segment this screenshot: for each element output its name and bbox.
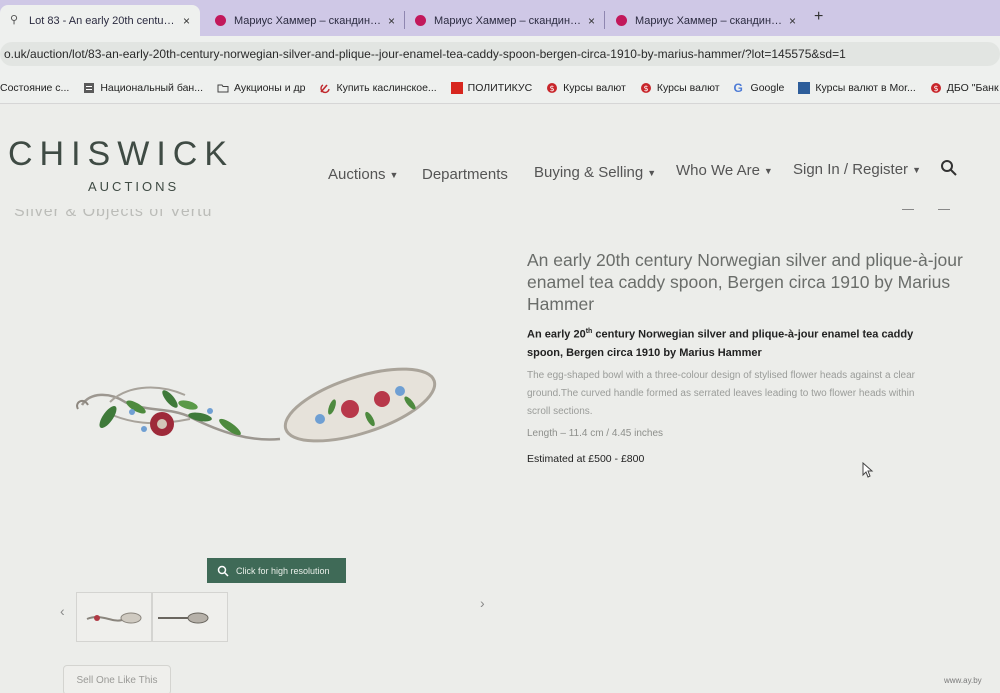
- bookmark-label: Курсы валют в Mor...: [815, 81, 916, 94]
- bookmark-item[interactable]: Купить каслинское...: [319, 81, 437, 94]
- red-square-icon: [450, 81, 463, 94]
- tab-title: Мариус Хаммер – скандинавс: [434, 14, 582, 27]
- nav-who-we-are[interactable]: Who We Are ▼: [676, 162, 773, 179]
- bookmark-item[interactable]: $ Курсы валют: [546, 82, 626, 94]
- tab-close-icon[interactable]: ×: [789, 14, 796, 28]
- caret-down-icon: ▼: [763, 166, 773, 177]
- gallery-prev-arrow[interactable]: ‹: [60, 603, 65, 619]
- search-icon[interactable]: [940, 159, 958, 177]
- magnifier-icon: [217, 565, 229, 577]
- site-favicon-icon: [415, 15, 426, 26]
- nav-label: Auctions: [328, 166, 386, 183]
- nav-sign-in-register[interactable]: Sign In / Register ▼: [793, 161, 921, 178]
- bookmark-item[interactable]: Аукционы и др: [217, 82, 305, 94]
- tab-title: Lot 83 - An early 20th century N: [29, 14, 177, 27]
- bookmark-label: ДБО "Банк Дабр: [946, 81, 1000, 94]
- gallery-thumbnail[interactable]: [152, 592, 228, 642]
- nav-label: Who We Are: [676, 162, 760, 179]
- currency-icon: $: [547, 82, 558, 93]
- currency-icon: $: [930, 82, 941, 93]
- site-favicon-icon: [215, 15, 226, 26]
- bookmark-item[interactable]: ПОЛИТИКУС: [450, 81, 533, 94]
- bookmark-item[interactable]: Курсы валют в Mor...: [798, 81, 916, 94]
- caret-down-icon: ▼: [912, 165, 921, 176]
- gallery-next-arrow[interactable]: ›: [480, 595, 485, 611]
- sell-one-like-this-button[interactable]: Sell One Like This: [63, 665, 171, 693]
- high-resolution-label: Click for high resolution: [236, 565, 330, 576]
- bookmark-label: Аукционы и др: [233, 81, 306, 94]
- bookmark-item[interactable]: Национальный бан...: [83, 82, 203, 94]
- new-tab-button[interactable]: +: [814, 8, 823, 26]
- bank-icon: [84, 82, 95, 93]
- lot-subtitle-start: An early 20: [527, 328, 586, 341]
- svg-text:$: $: [933, 84, 938, 93]
- lot-estimate: Estimated at £500 - £800: [527, 453, 645, 465]
- bookmark-item[interactable]: $ Курсы валют: [640, 82, 720, 94]
- nav-buying-selling[interactable]: Buying & Selling ▼: [534, 164, 656, 181]
- bookmark-label: Купить каслинское...: [336, 81, 437, 94]
- caret-down-icon: ▼: [647, 168, 657, 179]
- divider: [938, 209, 950, 210]
- logo-subtitle: AUCTIONS: [88, 179, 180, 194]
- category-breadcrumb[interactable]: Silver & Objects of Vertu: [14, 209, 212, 221]
- tab-close-icon[interactable]: ×: [588, 14, 595, 28]
- logo-wordmark: CHISWICK: [8, 135, 234, 173]
- watermark: www.ay.by: [944, 676, 982, 685]
- search-icon: ⚲: [10, 14, 19, 26]
- mouse-cursor-icon: [862, 462, 874, 478]
- spoon-thumbnail-image: [158, 612, 209, 624]
- bookmark-label: Национальный бан...: [100, 81, 203, 94]
- lot-length: Length – 11.4 cm / 4.45 inches: [527, 428, 664, 439]
- tab-title: Мариус Хаммер – скандинавс: [635, 14, 783, 27]
- bookmarks-bar: Состояние с... Национальный бан... Аукци…: [0, 72, 1000, 104]
- lot-title: An early 20th century Norwegian silver a…: [527, 250, 963, 314]
- bookmark-label: Состояние с...: [0, 81, 70, 94]
- nav-label: Sign In / Register: [793, 161, 909, 178]
- caret-down-icon: ▼: [389, 170, 399, 181]
- bookmark-label: ПОЛИТИКУС: [467, 81, 533, 94]
- divider: [902, 209, 914, 210]
- high-resolution-button[interactable]: Click for high resolution: [207, 558, 346, 583]
- bookmark-label: Google: [750, 81, 785, 94]
- lot-description: The egg-shaped bowl with a three-colour …: [527, 370, 915, 417]
- tab-title: Мариус Хаммер – скандинавс: [234, 14, 382, 27]
- chiswick-logo[interactable]: CHISWICK AUCTIONS: [8, 135, 234, 194]
- svg-text:$: $: [550, 84, 555, 93]
- nav-label: Departments: [422, 166, 508, 183]
- site-favicon-icon: [616, 15, 627, 26]
- tab-divider: [604, 11, 605, 29]
- svg-text:$: $: [643, 84, 648, 93]
- gallery-thumbnail[interactable]: [76, 592, 152, 642]
- web-page: CHISWICK AUCTIONS Auctions ▼ Departments …: [0, 105, 1000, 693]
- tab-bar: ⚲ Lot 83 - An early 20th century N × Мар…: [0, 0, 1000, 36]
- tab-hammer-1[interactable]: Мариус Хаммер – скандинавс ×: [205, 5, 405, 36]
- bookmark-item[interactable]: $ ДБО "Банк Дабр: [930, 82, 1000, 94]
- tab-hammer-3[interactable]: Мариус Хаммер – скандинавс ×: [606, 5, 806, 36]
- tab-close-icon[interactable]: ×: [388, 14, 395, 28]
- hammer-sickle-icon: [320, 83, 331, 93]
- nav-label: Buying & Selling: [534, 164, 644, 181]
- nav-departments[interactable]: Departments: [422, 166, 508, 183]
- spoon-image[interactable]: [70, 367, 440, 477]
- address-bar: o.uk/auction/lot/83-an-early-20th-centur…: [0, 36, 1000, 72]
- bookmark-label: Курсы валют: [656, 81, 720, 94]
- bookmark-item[interactable]: G Google: [734, 82, 785, 94]
- lot-subtitle: An early 20th century Norwegian silver a…: [527, 323, 947, 362]
- google-icon: G: [733, 80, 743, 95]
- bookmark-label: Курсы валют: [563, 81, 626, 94]
- currency-icon: $: [640, 82, 651, 93]
- bookmark-item[interactable]: Состояние с...: [0, 82, 69, 94]
- tab-close-icon[interactable]: ×: [183, 14, 190, 28]
- blue-square-icon: [798, 81, 811, 94]
- spoon-thumbnail-image: [86, 612, 142, 624]
- tab-lot83[interactable]: ⚲ Lot 83 - An early 20th century N ×: [0, 5, 200, 36]
- nav-auctions[interactable]: Auctions ▼: [328, 166, 398, 183]
- tab-hammer-2[interactable]: Мариус Хаммер – скандинавс ×: [405, 5, 605, 36]
- folder-icon: [217, 84, 229, 92]
- url-input[interactable]: o.uk/auction/lot/83-an-early-20th-centur…: [0, 42, 1000, 66]
